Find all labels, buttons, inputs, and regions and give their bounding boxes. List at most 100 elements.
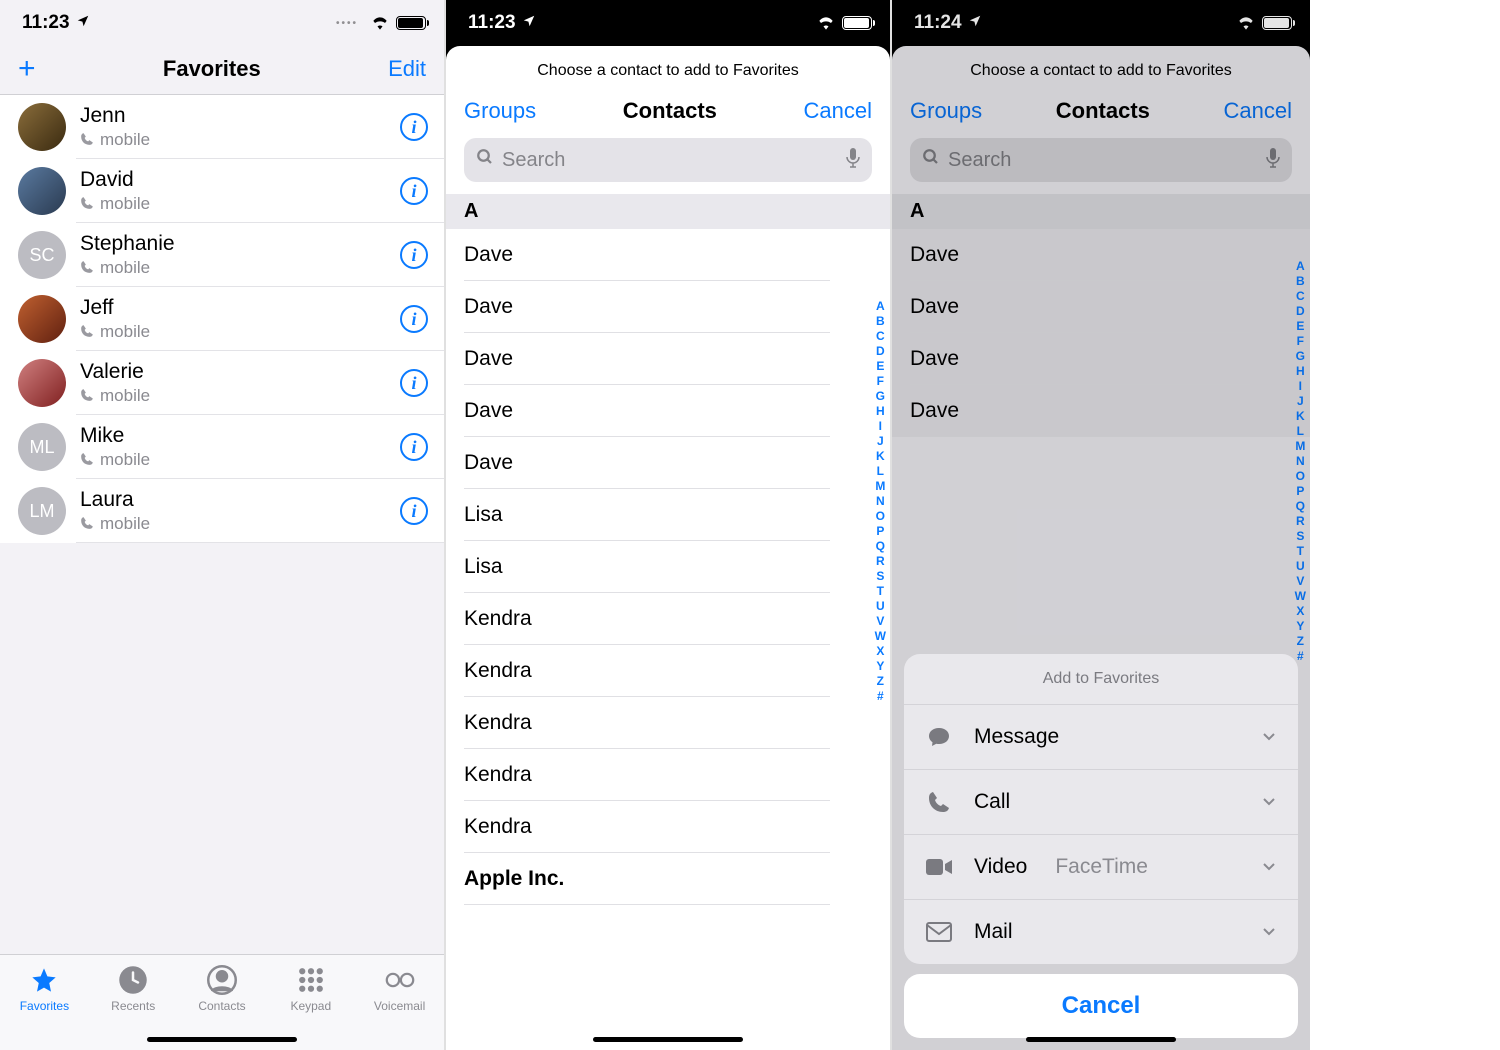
favorite-row[interactable]: MLMikemobilei — [0, 415, 444, 479]
favorite-row[interactable]: Jennmobile i — [0, 95, 444, 159]
action-sheet: Add to Favorites MessageCallVideoFaceTim… — [904, 654, 1298, 1038]
favorite-row[interactable]: Davidmobilei — [0, 159, 444, 223]
index-letter[interactable]: K — [876, 449, 885, 464]
info-button[interactable]: i — [400, 497, 428, 525]
action-call[interactable]: Call — [904, 769, 1298, 834]
contacts-list: DaveDaveDaveDaveDaveLisaLisaKendraKendra… — [446, 229, 890, 905]
favorites-navbar: + Favorites Edit — [0, 46, 444, 95]
phone-icon — [80, 196, 94, 213]
action-sheet-cancel[interactable]: Cancel — [904, 974, 1298, 1038]
home-indicator[interactable] — [1026, 1037, 1176, 1042]
tab-keypad[interactable]: Keypad — [266, 965, 355, 1013]
info-button[interactable]: i — [400, 113, 428, 141]
index-letter[interactable]: G — [876, 389, 885, 404]
action-message[interactable]: Message — [904, 704, 1298, 769]
contact-row[interactable]: Lisa — [446, 489, 890, 541]
dictation-icon[interactable] — [846, 148, 860, 173]
index-letter[interactable]: M — [875, 479, 885, 494]
index-letter[interactable]: N — [876, 494, 885, 509]
favorite-name: Jenn — [80, 104, 400, 128]
avatar: LM — [18, 487, 66, 535]
contact-row[interactable]: Dave — [446, 281, 890, 333]
tab-recents[interactable]: Recents — [89, 965, 178, 1013]
contact-row[interactable]: Kendra — [446, 645, 890, 697]
page-title: Favorites — [163, 56, 261, 82]
info-button[interactable]: i — [400, 241, 428, 269]
avatar: ML — [18, 423, 66, 471]
index-letter[interactable]: Q — [876, 539, 885, 554]
action-mail[interactable]: Mail — [904, 899, 1298, 964]
tab-bar: Favorites RecentsContactsKeypadVoicemail — [0, 954, 444, 1050]
contact-row[interactable]: Dave — [446, 385, 890, 437]
favorite-row[interactable]: LMLauramobilei — [0, 479, 444, 543]
index-letter[interactable]: T — [877, 584, 884, 599]
contact-row[interactable]: Kendra — [446, 749, 890, 801]
add-favorite-button[interactable]: + — [18, 54, 36, 84]
favorite-subtype: mobile — [100, 194, 150, 214]
tab-voicemail[interactable]: Voicemail — [355, 965, 444, 1013]
wifi-icon — [816, 16, 836, 30]
contact-row[interactable]: Dave — [446, 437, 890, 489]
tab-favorites[interactable]: Favorites — [0, 965, 89, 1013]
keypad-icon — [296, 965, 326, 995]
index-letter[interactable]: W — [875, 629, 886, 644]
index-letter[interactable]: P — [876, 524, 884, 539]
index-letter[interactable]: A — [876, 299, 885, 314]
action-sheet-group: Add to Favorites MessageCallVideoFaceTim… — [904, 654, 1298, 964]
section-header-a: A — [446, 194, 890, 229]
picker-header: Choose a contact to add to Favorites — [446, 46, 890, 94]
favorite-subtype: mobile — [100, 450, 150, 470]
index-letter[interactable]: Z — [877, 674, 884, 689]
search-placeholder: Search — [502, 149, 838, 172]
tab-contacts[interactable]: Contacts — [178, 965, 267, 1013]
index-letter[interactable]: # — [877, 689, 884, 704]
info-button[interactable]: i — [400, 369, 428, 397]
index-letter[interactable]: U — [876, 599, 885, 614]
contact-row[interactable]: Lisa — [446, 541, 890, 593]
index-letter[interactable]: I — [879, 419, 882, 434]
favorite-subtype: mobile — [100, 322, 150, 342]
picker-navbar: Groups Contacts Cancel — [446, 94, 890, 138]
contact-row[interactable]: Kendra — [446, 593, 890, 645]
favorite-subtype: mobile — [100, 130, 150, 150]
contact-row[interactable]: Kendra — [446, 697, 890, 749]
info-button[interactable]: i — [400, 177, 428, 205]
favorite-row[interactable]: SCStephaniemobilei — [0, 223, 444, 287]
index-letter[interactable]: S — [876, 569, 884, 584]
index-letter[interactable]: F — [877, 374, 884, 389]
index-letter[interactable]: E — [876, 359, 884, 374]
index-letter[interactable]: R — [876, 554, 885, 569]
edit-button[interactable]: Edit — [388, 56, 426, 82]
message-icon — [926, 725, 952, 749]
index-letter[interactable]: O — [876, 509, 885, 524]
index-letter[interactable]: X — [876, 644, 884, 659]
favorite-name: Jeff — [80, 296, 400, 320]
index-letter[interactable]: H — [876, 404, 885, 419]
contact-row[interactable]: Kendra — [446, 801, 890, 853]
picker-title: Contacts — [623, 98, 717, 124]
index-letter[interactable]: V — [876, 614, 884, 629]
contact-row[interactable]: Apple Inc. — [446, 853, 890, 905]
contacts-icon — [207, 965, 237, 995]
home-indicator[interactable] — [147, 1037, 297, 1042]
favorite-row[interactable]: Valeriemobilei — [0, 351, 444, 415]
info-button[interactable]: i — [400, 433, 428, 461]
index-letter[interactable]: L — [877, 464, 884, 479]
info-button[interactable]: i — [400, 305, 428, 333]
cancel-button[interactable]: Cancel — [804, 98, 872, 124]
index-letter[interactable]: Y — [876, 659, 884, 674]
action-video[interactable]: VideoFaceTime — [904, 834, 1298, 899]
index-letter[interactable]: C — [876, 329, 885, 344]
alpha-index[interactable]: ABCDEFGHIJKLMNOPQRSTUVWXYZ# — [875, 299, 886, 704]
favorite-row[interactable]: Jeffmobile i — [0, 287, 444, 351]
index-letter[interactable]: D — [876, 344, 885, 359]
search-input[interactable]: Search — [464, 138, 872, 182]
home-indicator[interactable] — [593, 1037, 743, 1042]
contact-row[interactable]: Dave — [446, 229, 890, 281]
contact-row[interactable]: Dave — [446, 333, 890, 385]
index-letter[interactable]: B — [876, 314, 885, 329]
tab-label: Favorites — [20, 999, 69, 1013]
index-letter[interactable]: J — [877, 434, 884, 449]
groups-button[interactable]: Groups — [464, 98, 536, 124]
status-time: 11:23 — [468, 12, 516, 34]
